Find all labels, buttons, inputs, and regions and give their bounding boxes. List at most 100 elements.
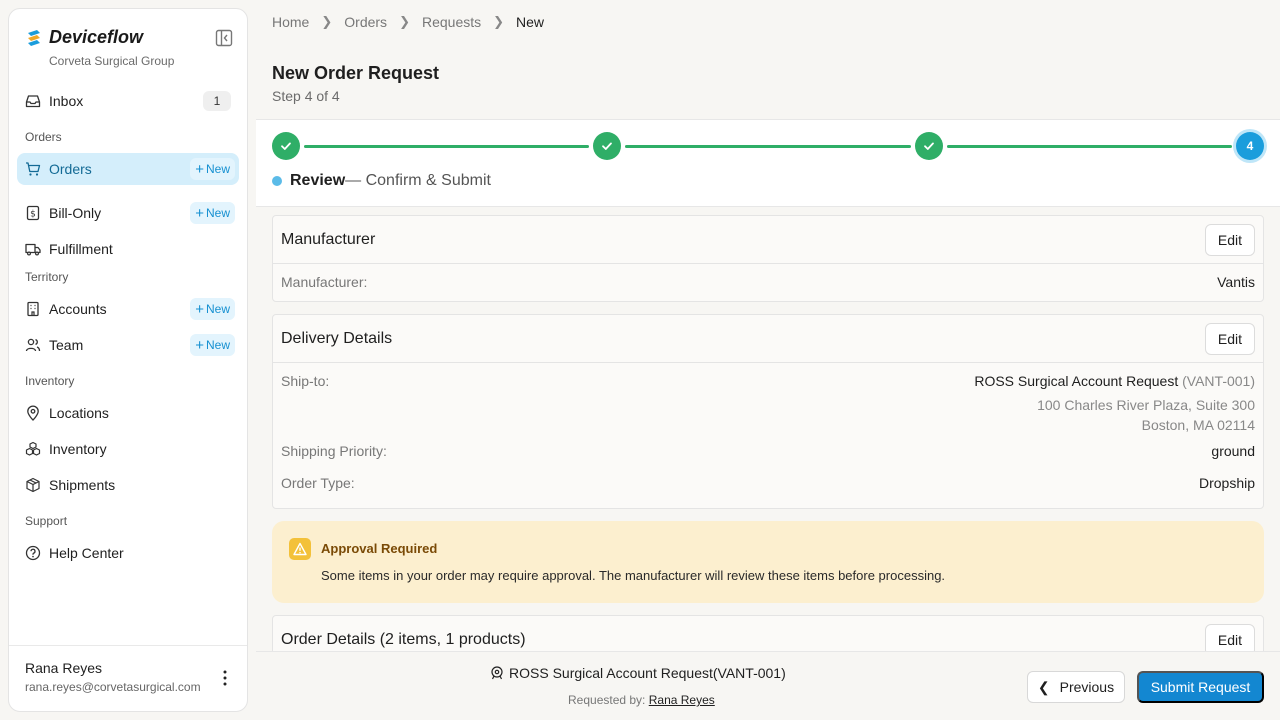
collapse-sidebar-icon[interactable] [215, 29, 233, 47]
sidebar-item-fulfillment[interactable]: Fulfillment [17, 233, 239, 265]
action-bar: ROSS Surgical Account Request(VANT-001) … [256, 651, 1280, 720]
field-label: Manufacturer: [281, 274, 368, 290]
warning-icon [289, 538, 311, 560]
chevron-right-icon: ❯ [321, 14, 333, 29]
inbox-icon [25, 93, 41, 109]
ship-to-name: ROSS Surgical Account Request [974, 373, 1179, 389]
edit-manufacturer-button[interactable]: Edit [1204, 223, 1255, 256]
manufacturer-value: Vantis [1217, 274, 1255, 290]
delivery-details-card: Delivery Details Edit Ship-to: ROSS Surg… [272, 314, 1264, 509]
field-label: Ship-to: [281, 373, 330, 389]
new-order-button[interactable]: + New [190, 158, 235, 180]
previous-label: Previous [1059, 679, 1115, 695]
building-icon [25, 301, 41, 317]
sidebar-item-label: Accounts [49, 301, 107, 317]
organization-name: Corveta Surgical Group [49, 54, 175, 68]
new-account-button[interactable]: + New [190, 298, 235, 320]
account-name: ROSS Surgical Account Request(VANT-001) [509, 665, 786, 681]
location-pin-icon [491, 666, 503, 680]
requester-link[interactable]: Rana Reyes [649, 693, 715, 707]
inbox-count-badge: 1 [203, 91, 231, 111]
breadcrumb-orders[interactable]: Orders [344, 14, 387, 30]
step-1-complete[interactable] [272, 132, 300, 160]
sidebar-item-label: Bill-Only [49, 205, 102, 221]
deviceflow-logo-icon [28, 29, 40, 46]
card-header: Manufacturer Edit [273, 216, 1263, 264]
breadcrumb-current: New [516, 14, 545, 30]
selected-account: ROSS Surgical Account Request(VANT-001) [490, 665, 786, 681]
brand-name: Deviceflow [49, 27, 144, 47]
cart-icon [25, 161, 41, 177]
section-label-inventory: Inventory [25, 374, 75, 388]
breadcrumb-home[interactable]: Home [272, 14, 309, 30]
breadcrumb-requests[interactable]: Requests [422, 14, 481, 30]
sidebar: Deviceflow Corveta Surgical Group Inbox … [8, 8, 248, 712]
sidebar-item-shipments[interactable]: Shipments [17, 469, 239, 501]
card-title: Manufacturer [281, 230, 376, 248]
step-3-complete[interactable] [915, 132, 943, 160]
section-label-orders: Orders [25, 130, 62, 144]
svg-text:$: $ [30, 210, 36, 220]
ship-to-value: ROSS Surgical Account Request (VANT-001)… [974, 373, 1255, 433]
card-header: Delivery Details Edit [273, 315, 1263, 363]
submit-request-button[interactable]: Submit Request [1137, 671, 1264, 703]
sidebar-item-label: Inventory [49, 441, 107, 457]
sidebar-item-locations[interactable]: Locations [17, 397, 239, 429]
new-team-member-button[interactable]: + New [190, 334, 235, 356]
sidebar-item-label: Team [49, 337, 84, 353]
step-connector [947, 145, 1232, 148]
manufacturer-card: Manufacturer Edit Manufacturer: Vantis [272, 215, 1264, 302]
sidebar-item-inbox[interactable]: Inbox 1 [17, 85, 239, 117]
user-name: Rana Reyes [25, 660, 103, 676]
sidebar-item-label: Orders [49, 161, 92, 177]
brand[interactable]: Deviceflow [25, 27, 143, 48]
invoice-dollar-icon: $ [25, 205, 41, 221]
order-type-value: Dropship [1198, 475, 1255, 491]
sidebar-item-orders[interactable]: Orders + New [17, 153, 239, 185]
users-icon [25, 337, 41, 353]
sidebar-item-accounts[interactable]: Accounts + New [17, 293, 239, 325]
check-icon [281, 142, 291, 150]
boxes-icon [25, 441, 41, 457]
shipping-priority-value: ground [1211, 443, 1255, 459]
sidebar-item-label: Inbox [49, 93, 84, 109]
order-type-row: Order Type: Dropship [273, 471, 1263, 503]
approval-required-alert: Approval Required Some items in your ord… [272, 521, 1264, 603]
sidebar-item-label: Shipments [49, 477, 116, 493]
truck-icon [25, 241, 41, 257]
address-line-1: 100 Charles River Plaza, Suite 300 [1037, 397, 1255, 413]
ship-to-code: (VANT-001) [1182, 373, 1255, 389]
new-bill-only-button[interactable]: + New [190, 202, 235, 224]
status-dot [272, 176, 282, 186]
map-pin-icon [25, 405, 41, 421]
card-title: Delivery Details [281, 329, 393, 347]
previous-button[interactable]: ❮ Previous [1027, 671, 1125, 703]
sidebar-item-team[interactable]: Team + New [17, 329, 239, 361]
check-icon [924, 142, 934, 150]
sidebar-item-help-center[interactable]: Help Center [17, 537, 239, 569]
page-step-indicator: Step 4 of 4 [272, 88, 340, 104]
more-vertical-icon[interactable] [217, 668, 233, 688]
chevron-left-icon: ❮ [1037, 678, 1050, 695]
alert-title: Approval Required [321, 541, 438, 556]
step-description: — Confirm & Submit [345, 172, 491, 189]
sidebar-item-inventory[interactable]: Inventory [17, 433, 239, 465]
step-2-complete[interactable] [593, 132, 621, 160]
breadcrumb: Home ❯ Orders ❯ Requests ❯ New [272, 14, 544, 30]
edit-delivery-button[interactable]: Edit [1204, 322, 1255, 355]
check-icon [602, 142, 612, 150]
chevron-right-icon: ❯ [493, 14, 505, 29]
user-profile: Rana Reyes rana.reyes@corvetasurgical.co… [9, 645, 247, 711]
page-title: New Order Request [272, 63, 440, 83]
section-label-territory: Territory [25, 270, 69, 284]
step-connector [625, 145, 911, 148]
sidebar-item-label: Help Center [49, 545, 124, 561]
sidebar-item-bill-only[interactable]: $ Bill-Only + New [17, 197, 239, 229]
manufacturer-row: Manufacturer: Vantis [273, 264, 1263, 302]
alert-message: Some items in your order may require app… [321, 568, 946, 583]
shipping-priority-row: Shipping Priority: ground [273, 439, 1263, 471]
field-label: Shipping Priority: [281, 443, 387, 459]
package-icon [25, 477, 41, 493]
step-4-current: 4 [1236, 132, 1264, 160]
chevron-right-icon: ❯ [399, 14, 410, 29]
